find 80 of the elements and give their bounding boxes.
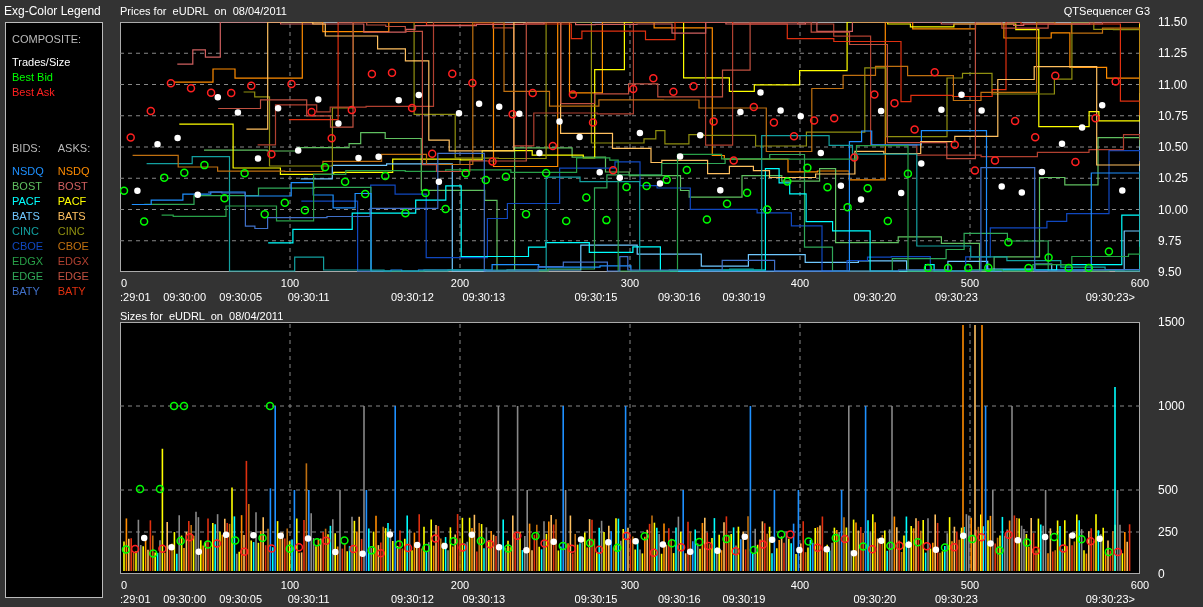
y-axis-label: 1000 xyxy=(1158,399,1185,413)
y-axis-label: 11.50 xyxy=(1158,15,1188,29)
time-label: 09:30:23 xyxy=(935,291,978,303)
time-label: 09:30:05 xyxy=(219,593,263,605)
time-label: 09:30:13 xyxy=(462,291,506,303)
legend-item: Trades/Size xyxy=(12,55,72,70)
legend-item: NSDQ xyxy=(12,164,44,179)
y-axis-label: 10.25 xyxy=(1158,171,1189,186)
legend-item: EDGX xyxy=(57,254,90,269)
y-axis-label: 9.50 xyxy=(1158,265,1182,279)
time-label: 09:30:11 xyxy=(287,291,330,303)
legend-item: EDGE xyxy=(57,269,90,284)
time-label: 09:30:05 xyxy=(219,291,263,303)
y-axis-label: 500 xyxy=(1158,483,1179,497)
app-title: QTSequencer G3 xyxy=(1063,5,1150,17)
legend-item: EDGX xyxy=(12,254,44,269)
legend-item: Best Bid xyxy=(12,70,54,85)
legend-item: CBOE xyxy=(57,239,90,254)
chart-title: Sizes for eUDRL on 08/04/2011 xyxy=(120,310,284,322)
x-axis-label: 0 xyxy=(121,277,128,289)
legend-heading: ASKS: xyxy=(57,142,91,154)
x-axis-label: 100 xyxy=(280,277,300,289)
x-axis-label: 200 xyxy=(450,277,470,289)
time-label: 09:30:23> xyxy=(1085,593,1135,605)
time-label: 09:30:12 xyxy=(391,291,434,303)
x-axis-label: 500 xyxy=(960,277,980,289)
legend-item: CINC xyxy=(12,224,40,239)
x-axis-label: 400 xyxy=(790,579,810,591)
y-axis-label: 11.00 xyxy=(1158,77,1188,92)
time-label: 09:30:20 xyxy=(853,593,897,605)
legend-heading: BIDS: xyxy=(12,142,42,154)
legend-item: BOST xyxy=(12,179,43,194)
legend-item: BATY xyxy=(12,284,41,299)
y-axis-label: 10.00 xyxy=(1158,202,1189,217)
y-axis-label: 11.25 xyxy=(1158,46,1188,61)
y-axis-label: 10.50 xyxy=(1158,140,1189,154)
time-label: 09:30:11 xyxy=(287,593,330,605)
x-axis-label: 0 xyxy=(121,579,128,591)
y-axis-label: 9.75 xyxy=(1158,233,1182,248)
time-label: 09:30:15 xyxy=(574,291,618,303)
legend-heading: COMPOSITE: xyxy=(12,33,83,45)
time-label: 09:30:15 xyxy=(574,593,618,605)
legend-item: PACF xyxy=(12,194,42,209)
time-label: 09:30:00 xyxy=(163,593,206,605)
x-axis-label: 300 xyxy=(620,277,640,289)
time-label: 09:30:16 xyxy=(657,593,701,605)
time-label: 09:30:19 xyxy=(722,593,766,605)
x-axis-label: 600 xyxy=(1130,277,1150,289)
y-axis-label: 10.75 xyxy=(1158,108,1189,123)
x-axis-label: 200 xyxy=(450,579,470,591)
legend-item: CINC xyxy=(57,224,86,239)
x-axis-label: 600 xyxy=(1130,579,1150,591)
legend-item: BATS xyxy=(57,209,87,224)
time-label: 09:30:23 xyxy=(935,593,978,605)
legend-item: EDGE xyxy=(12,269,44,284)
legend-item: CBOE xyxy=(12,239,44,254)
legend-item: PACF xyxy=(57,194,88,209)
y-axis-label: 1500 xyxy=(1158,315,1185,329)
chart-title: Prices for eUDRL on 08/04/2011 xyxy=(120,5,287,17)
x-axis-label: 500 xyxy=(960,579,980,591)
time-label: 09:30:00 xyxy=(163,291,206,303)
time-label: 09:30:16 xyxy=(657,291,701,303)
legend-item: BATY xyxy=(57,284,87,299)
x-axis-label: 100 xyxy=(280,579,300,591)
time-label: 09:30:12 xyxy=(391,593,434,605)
legend-item: Best Ask xyxy=(12,85,56,100)
legend-item: BATS xyxy=(12,209,41,224)
x-axis-label: 300 xyxy=(620,579,640,591)
time-label: 09:30:19 xyxy=(722,291,766,303)
time-label: 09:30:20 xyxy=(853,291,897,303)
y-axis-label: 250 xyxy=(1158,525,1179,539)
time-label: 09:30:23> xyxy=(1085,291,1135,303)
time-label: :29:01 xyxy=(120,291,151,303)
time-label: 09:30:13 xyxy=(462,593,506,605)
time-label: :29:01 xyxy=(120,593,151,605)
legend-item: NSDQ xyxy=(57,164,91,179)
x-axis-label: 400 xyxy=(790,277,810,289)
y-axis-label: 0 xyxy=(1158,567,1165,581)
legend-title: Exg-Color Legend xyxy=(4,3,102,20)
legend-item: BOST xyxy=(57,179,89,194)
